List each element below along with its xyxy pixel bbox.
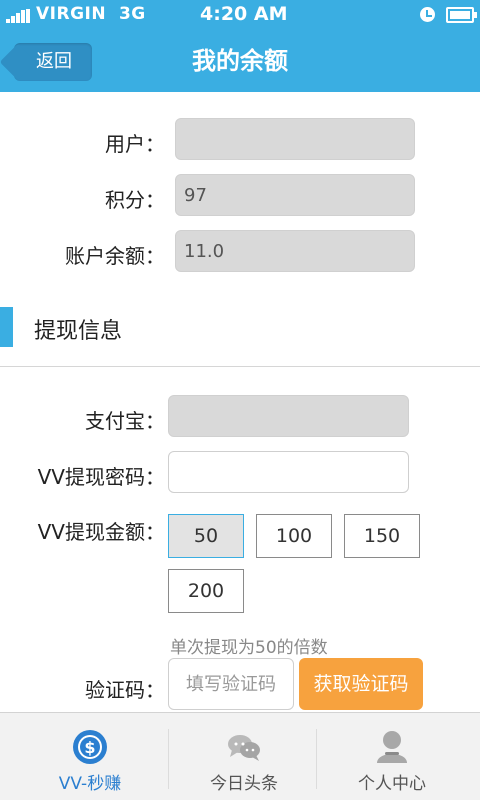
bottom-nav: $ VV-秒赚 今日头条 个人中心 bbox=[0, 712, 480, 800]
alipay-label: 支付宝： bbox=[85, 409, 165, 433]
status-time: 4:20 AM bbox=[200, 3, 288, 25]
password-field[interactable] bbox=[168, 451, 409, 493]
balance-value: 11.0 bbox=[184, 240, 225, 262]
points-value: 97 bbox=[184, 184, 207, 206]
points-label: 积分： bbox=[105, 188, 165, 212]
amount-option-50[interactable]: 50 bbox=[168, 514, 244, 558]
person-icon bbox=[377, 731, 407, 763]
svg-text:$: $ bbox=[84, 738, 95, 757]
balance-field: 11.0 bbox=[175, 230, 415, 272]
carrier-name: VIRGIN 3G bbox=[36, 4, 146, 24]
amount-hint: 单次提现为50的倍数 bbox=[170, 638, 328, 658]
amount-option-100[interactable]: 100 bbox=[256, 514, 332, 558]
back-button[interactable]: 返回 bbox=[14, 43, 92, 81]
alipay-field[interactable] bbox=[168, 395, 409, 437]
amount-option-150[interactable]: 150 bbox=[344, 514, 420, 558]
section-accent-bar bbox=[0, 307, 13, 347]
nav-item-profile[interactable]: 个人中心 bbox=[312, 713, 472, 801]
nav-label-profile: 个人中心 bbox=[358, 774, 426, 794]
status-bar: VIRGIN 3G 4:20 AM bbox=[0, 0, 480, 30]
password-label: VV提现密码： bbox=[37, 465, 165, 489]
user-field bbox=[175, 118, 415, 160]
alarm-icon bbox=[420, 7, 435, 22]
signal-icon bbox=[6, 9, 32, 23]
withdraw-section-header: 提现信息 bbox=[0, 307, 480, 347]
verification-code-input[interactable]: 填写验证码 bbox=[168, 658, 294, 710]
divider bbox=[0, 366, 480, 367]
amount-option-200[interactable]: 200 bbox=[168, 569, 244, 613]
battery-icon bbox=[446, 7, 477, 23]
points-field: 97 bbox=[175, 174, 415, 216]
title-bar: 我的余额 返回 bbox=[0, 30, 480, 92]
nav-label-headlines: 今日头条 bbox=[210, 774, 278, 794]
amount-label: VV提现金额： bbox=[37, 520, 165, 544]
get-code-button[interactable]: 获取验证码 bbox=[299, 658, 423, 710]
balance-label: 账户余额： bbox=[65, 244, 165, 268]
nav-label-vv-earn: VV-秒赚 bbox=[58, 774, 122, 794]
chat-bubbles-icon bbox=[228, 735, 260, 761]
vv-coin-icon: $ bbox=[73, 730, 107, 764]
section-title: 提现信息 bbox=[34, 319, 123, 344]
code-label: 验证码： bbox=[85, 678, 165, 702]
nav-item-headlines[interactable]: 今日头条 bbox=[164, 713, 324, 801]
network-type: 3G bbox=[118, 4, 146, 24]
nav-item-vv-earn[interactable]: $ VV-秒赚 bbox=[10, 713, 170, 801]
user-label: 用户： bbox=[105, 132, 165, 156]
back-button-label: 返回 bbox=[36, 51, 72, 72]
